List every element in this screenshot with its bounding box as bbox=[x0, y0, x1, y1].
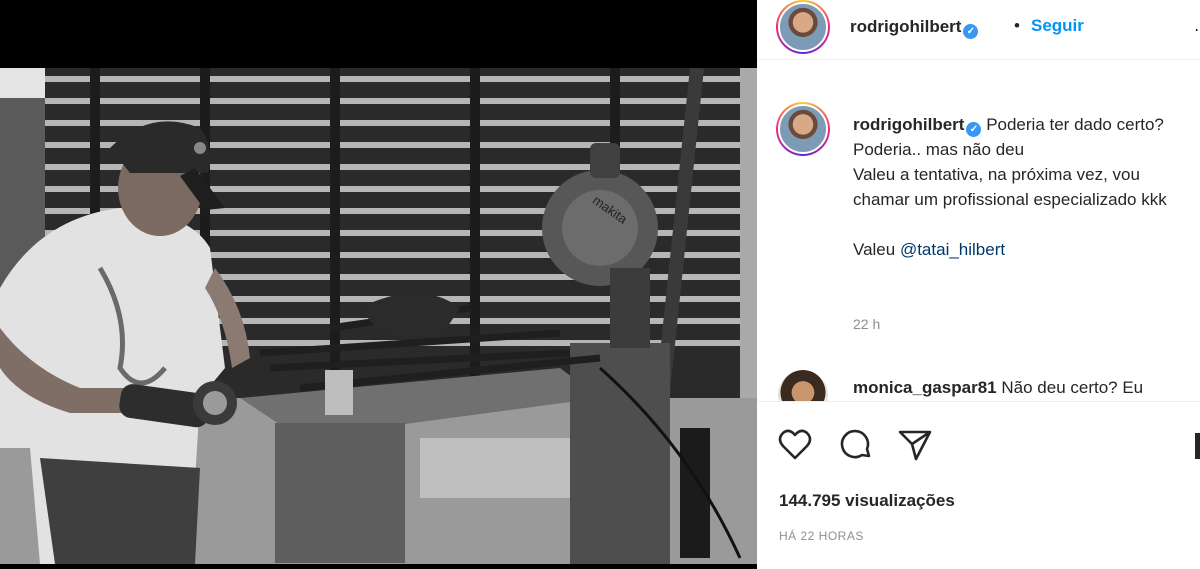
heart-icon[interactable] bbox=[775, 425, 815, 465]
view-count[interactable]: 144.795 visualizações bbox=[779, 491, 955, 511]
more-options-icon[interactable]: ⋯ bbox=[1194, 20, 1200, 40]
paper-plane-icon[interactable] bbox=[895, 425, 935, 465]
separator-dot: • bbox=[1014, 16, 1020, 35]
author-avatar[interactable] bbox=[776, 0, 830, 54]
follow-button[interactable]: Seguir bbox=[1031, 16, 1084, 36]
caption-author-avatar[interactable] bbox=[776, 102, 830, 156]
post-media[interactable]: makita bbox=[0, 0, 757, 569]
caption-username[interactable]: rodrigohilbert bbox=[853, 115, 964, 134]
commenter-avatar[interactable] bbox=[778, 370, 828, 401]
post-side-panel: rodrigohilbert✓ • Seguir ⋯ rodrigohilber… bbox=[757, 0, 1200, 569]
verified-badge-icon: ✓ bbox=[966, 122, 982, 137]
author-username-text[interactable]: rodrigohilbert bbox=[850, 17, 961, 36]
comment-bubble-icon[interactable] bbox=[836, 425, 876, 465]
comment-item: monica_gaspar81 Não deu certo? Eu bbox=[853, 378, 1143, 398]
bookmark-icon[interactable] bbox=[1191, 425, 1200, 465]
caption-timestamp[interactable]: 22 h bbox=[853, 316, 880, 332]
verified-badge-icon: ✓ bbox=[963, 24, 979, 39]
video-frame-image: makita bbox=[0, 68, 757, 564]
post-header: rodrigohilbert✓ • Seguir ⋯ bbox=[757, 0, 1200, 60]
video-player[interactable]: makita bbox=[0, 68, 757, 564]
post-caption: rodrigohilbert ✓ Poderia ter dado certo? … bbox=[853, 112, 1198, 262]
caption-line-2: Valeu a tentativa, na próxima vez, vou c… bbox=[853, 165, 1167, 209]
caption-line-3-prefix: Valeu bbox=[853, 240, 900, 259]
author-username[interactable]: rodrigohilbert ✓ bbox=[850, 17, 979, 39]
comment-username[interactable]: monica_gaspar81 bbox=[853, 378, 997, 397]
post-actions-bar bbox=[757, 425, 1200, 469]
comment-text: Não deu certo? Eu bbox=[1001, 378, 1144, 397]
caption-mention-link[interactable]: @tatai_hilbert bbox=[900, 240, 1005, 259]
comments-section[interactable]: rodrigohilbert ✓ Poderia ter dado certo? … bbox=[757, 78, 1200, 402]
post-timestamp[interactable]: HÁ 22 HORAS bbox=[779, 529, 864, 543]
